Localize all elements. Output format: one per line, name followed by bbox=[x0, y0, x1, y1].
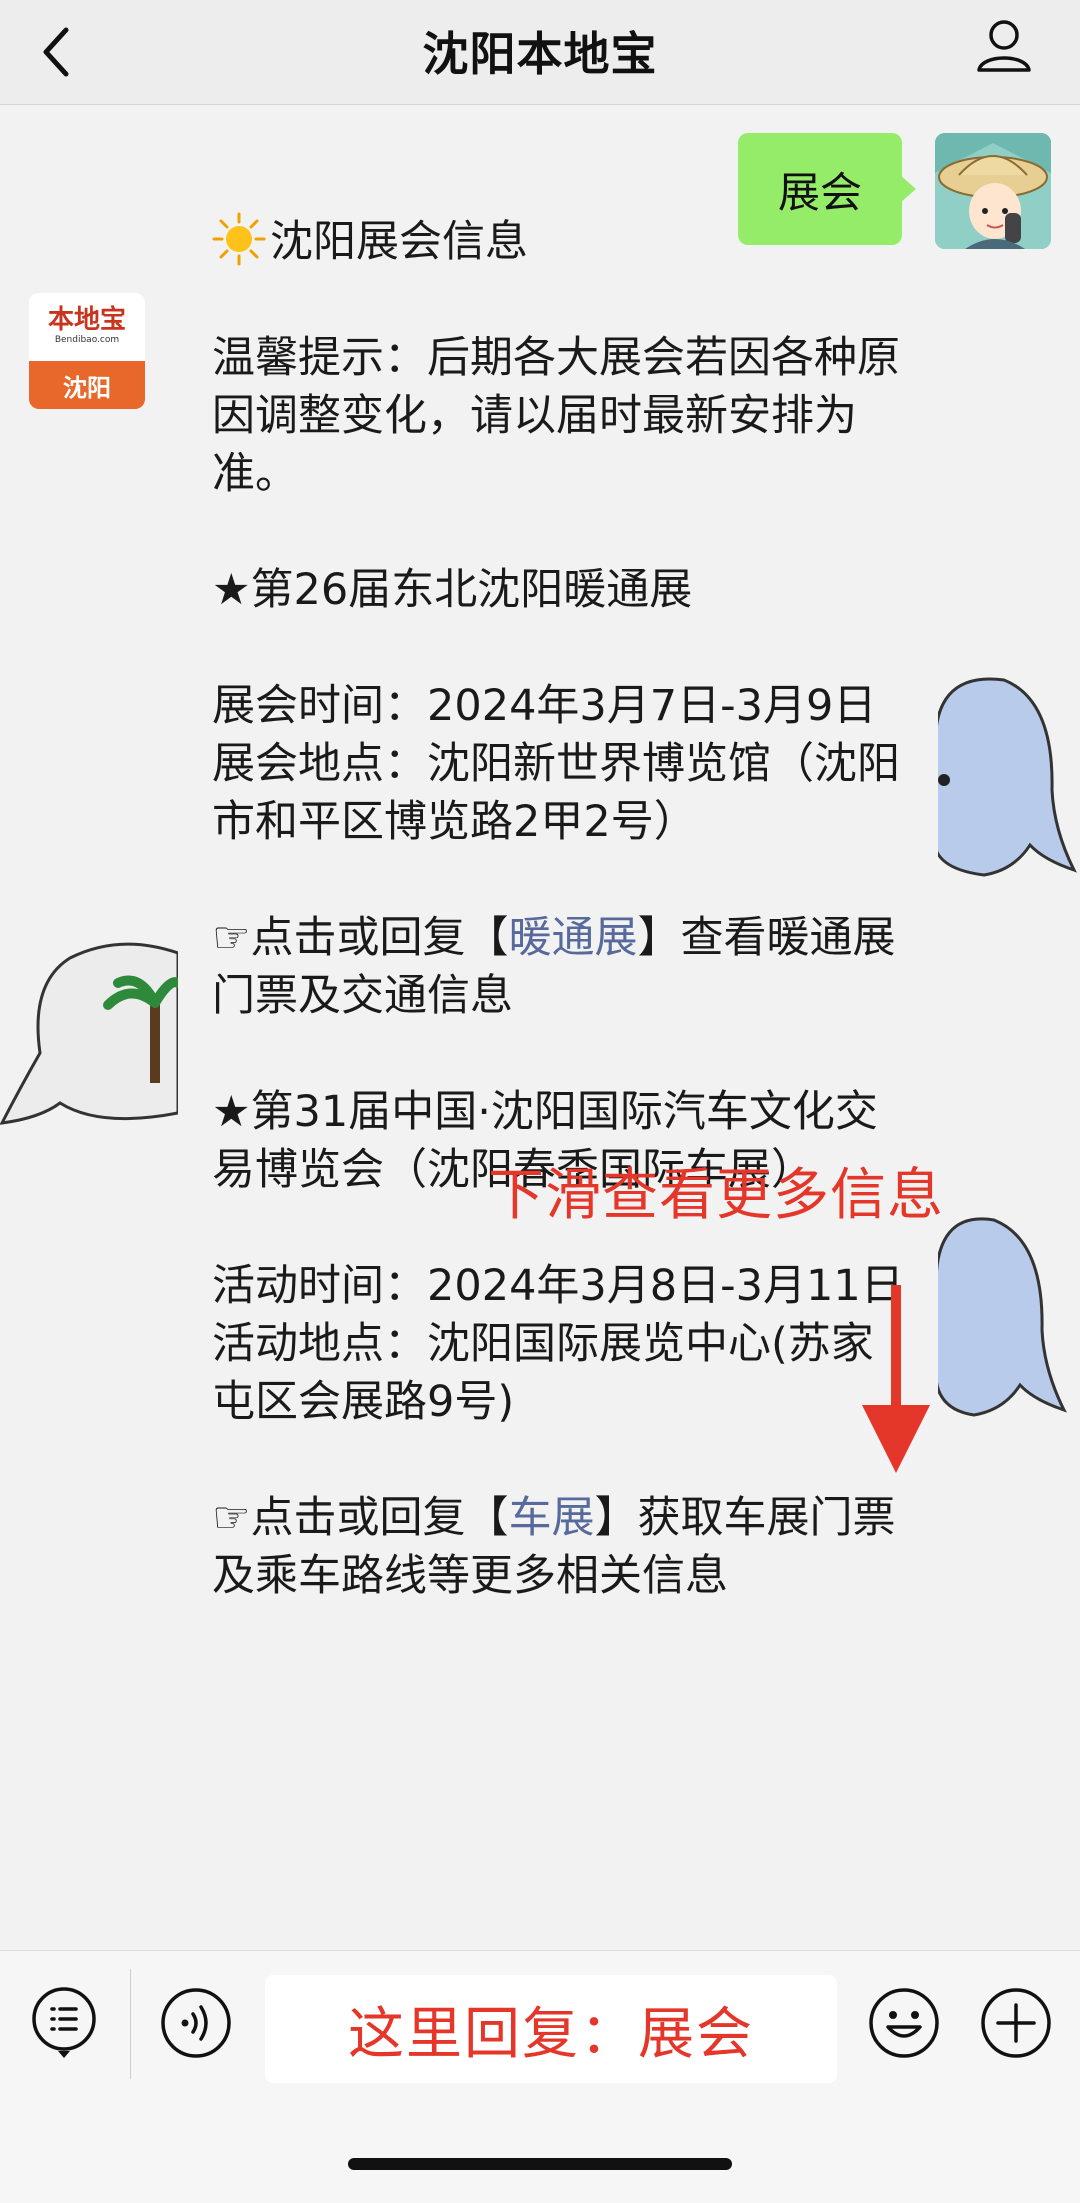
voice-input-icon[interactable] bbox=[158, 1985, 234, 2061]
island-sticker-icon bbox=[0, 942, 178, 1125]
tip-text: 温馨提示：后期各大展会若因各种原因调整变化，请以届时最新安排为准。 bbox=[212, 333, 900, 499]
expo2-time: 活动时间：2024年3月8日-3月11日 bbox=[212, 1261, 904, 1311]
message-input-field[interactable]: 这里回复：展会 bbox=[265, 1975, 837, 2083]
avatar-city-label: 沈阳 bbox=[29, 361, 145, 409]
navigation-bar: 沈阳本地宝 bbox=[0, 0, 1080, 105]
bendibao-logo: 本地宝 Bendibao.com bbox=[29, 293, 145, 359]
scroll-hint-annotation: 下滑查看更多信息 bbox=[488, 1163, 944, 1228]
down-arrow-icon bbox=[862, 1285, 930, 1473]
expo2-action: ☞点击或回复【车展】获取车展门票及乘车路线等更多相关信息 bbox=[212, 1493, 896, 1601]
ghost-sticker-icon bbox=[934, 677, 1077, 877]
menu-list-icon[interactable] bbox=[28, 1985, 104, 2061]
message-title: 沈阳展会信息 bbox=[212, 212, 912, 271]
expo1-time: 展会时间：2024年3月7日-3月9日 bbox=[212, 681, 877, 731]
bendibao-avatar[interactable]: 本地宝 Bendibao.com 沈阳 bbox=[29, 293, 145, 409]
hvac-expo-link[interactable]: 暖通展 bbox=[509, 913, 638, 963]
sun-icon bbox=[212, 212, 266, 266]
expo1-name: ★第26届东北沈阳暖通展 bbox=[212, 565, 693, 615]
emoji-icon[interactable] bbox=[866, 1985, 942, 2061]
ghost-sticker-icon-2 bbox=[934, 1217, 1067, 1417]
chat-title: 沈阳本地宝 bbox=[422, 27, 658, 81]
my-avatar[interactable] bbox=[935, 133, 1051, 249]
home-indicator[interactable] bbox=[348, 2158, 732, 2170]
expo2-place: 活动地点：沈阳国际展览中心(苏家屯区会展路9号) bbox=[212, 1319, 874, 1427]
add-more-icon[interactable] bbox=[978, 1985, 1054, 2061]
input-reply-hint: 这里回复：展会 bbox=[348, 2001, 754, 2067]
expo-info-message: 沈阳展会信息 温馨提示：后期各大展会若因各种原因调整变化，请以届时最新安排为准。… bbox=[212, 212, 912, 1605]
input-bar-divider bbox=[130, 1969, 131, 2079]
expo1-place: 展会地点：沈阳新世界博览馆（沈阳市和平区博览路2甲2号） bbox=[212, 739, 900, 847]
cartoon-avatar-icon bbox=[935, 133, 1051, 249]
outgoing-message-text: 展会 bbox=[777, 167, 862, 217]
user-profile-icon[interactable] bbox=[974, 16, 1034, 76]
auto-show-link[interactable]: 车展 bbox=[509, 1493, 595, 1543]
expo1-action: ☞点击或回复【暖通展】查看暖通展门票及交通信息 bbox=[212, 913, 896, 1021]
